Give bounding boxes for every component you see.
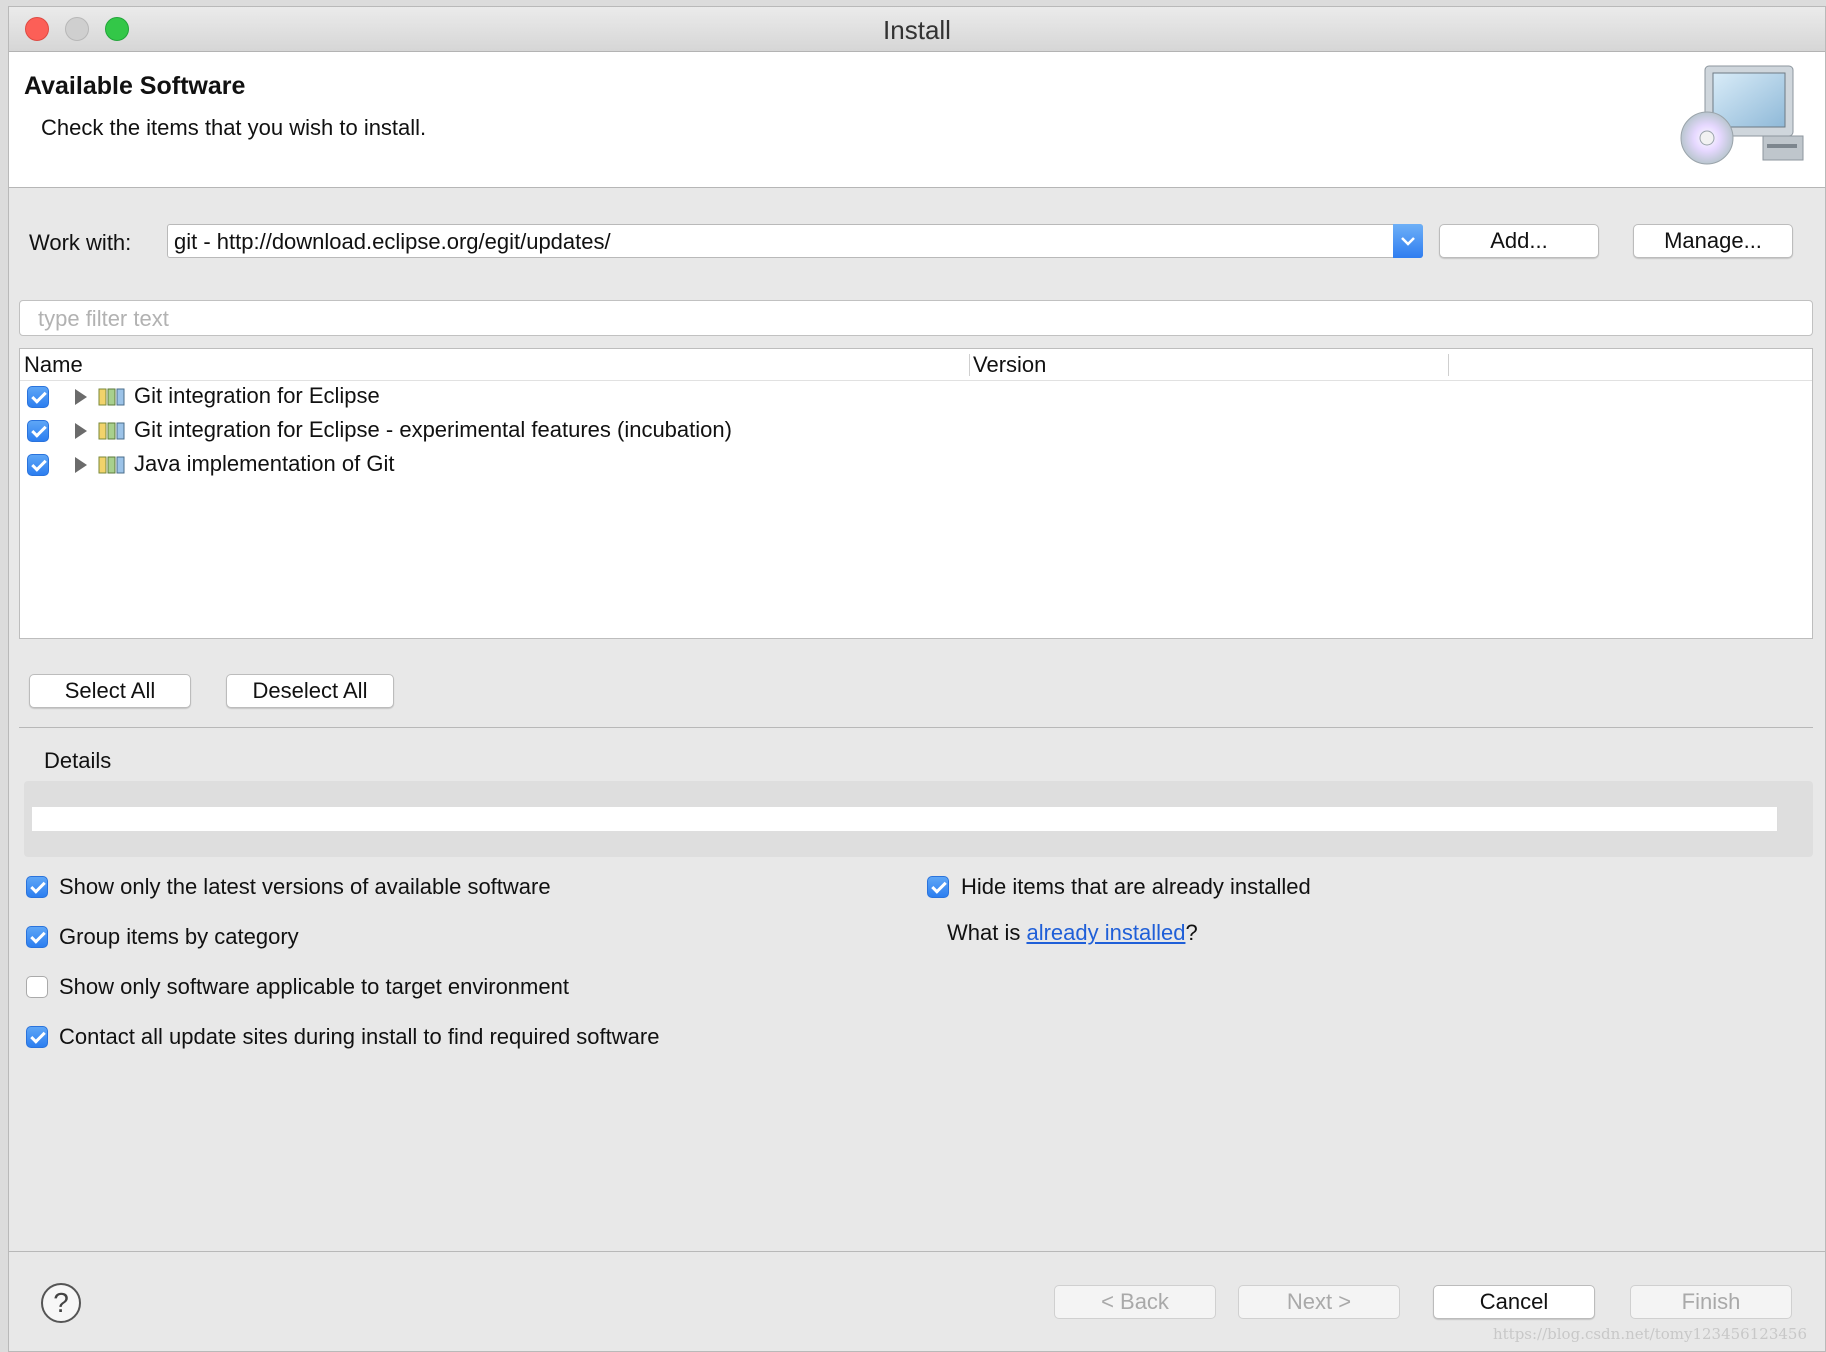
hide-installed-checkbox[interactable] [927, 876, 949, 898]
already-installed-prefix: What is [947, 920, 1027, 945]
group-by-category-label[interactable]: Group items by category [59, 924, 299, 950]
feature-icon [98, 388, 125, 406]
filter-field[interactable] [19, 300, 1813, 336]
already-installed-text: What is already installed? [947, 920, 1198, 946]
expand-arrow-icon[interactable] [75, 423, 87, 439]
filter-input[interactable] [36, 305, 1740, 333]
expand-arrow-icon[interactable] [75, 389, 87, 405]
install-dialog: Install Available Software Check the ite… [8, 6, 1826, 1352]
add-site-button[interactable]: Add... [1439, 224, 1599, 258]
tree-row[interactable]: Git integration for Eclipse [20, 380, 1812, 414]
select-all-button[interactable]: Select All [29, 674, 191, 708]
software-tree[interactable]: Name Version Git integration for Eclipse [19, 348, 1813, 639]
install-software-icon [1680, 65, 1804, 165]
applicable-only-label[interactable]: Show only software applicable to target … [59, 974, 569, 1000]
latest-versions-label[interactable]: Show only the latest versions of availab… [59, 874, 551, 900]
work-with-value: git - http://download.eclipse.org/egit/u… [174, 229, 611, 254]
row-checkbox[interactable] [27, 454, 49, 476]
footer-divider [9, 1251, 1825, 1252]
page-subtitle: Check the items that you wish to install… [41, 115, 427, 140]
tree-row[interactable]: Java implementation of Git [20, 448, 1812, 482]
column-header-name[interactable]: Name [24, 352, 83, 378]
help-icon[interactable]: ? [41, 1283, 81, 1323]
work-with-combo[interactable]: git - http://download.eclipse.org/egit/u… [167, 224, 1423, 258]
tree-header: Name Version [20, 349, 1812, 381]
section-divider [19, 727, 1813, 728]
column-divider[interactable] [1448, 354, 1449, 376]
title-bar[interactable]: Install [9, 7, 1825, 52]
row-label: Git integration for Eclipse [134, 383, 380, 408]
column-header-version[interactable]: Version [973, 352, 1046, 378]
page-title: Available Software [24, 72, 246, 100]
hide-installed-label[interactable]: Hide items that are already installed [961, 874, 1311, 900]
wizard-header: Available Software Check the items that … [9, 52, 1825, 188]
expand-arrow-icon[interactable] [75, 457, 87, 473]
feature-icon [98, 422, 125, 440]
back-button[interactable]: < Back [1054, 1285, 1216, 1319]
contact-sites-label[interactable]: Contact all update sites during install … [59, 1024, 659, 1050]
row-label: Java implementation of Git [134, 451, 395, 476]
deselect-all-button[interactable]: Deselect All [226, 674, 394, 708]
next-button[interactable]: Next > [1238, 1285, 1400, 1319]
feature-icon [98, 456, 125, 474]
latest-versions-checkbox[interactable] [26, 876, 48, 898]
contact-sites-checkbox[interactable] [26, 1026, 48, 1048]
watermark: https://blog.csdn.net/tomy123456123456 [1492, 1325, 1807, 1343]
row-label: Git integration for Eclipse - experiment… [134, 417, 732, 442]
tree-row[interactable]: Git integration for Eclipse - experiment… [20, 414, 1812, 448]
finish-button[interactable]: Finish [1630, 1285, 1792, 1319]
details-label: Details [44, 748, 112, 773]
details-group [24, 781, 1813, 857]
combo-dropdown-button[interactable] [1393, 224, 1423, 258]
column-divider[interactable] [969, 354, 970, 376]
chevron-down-icon [1401, 237, 1415, 246]
work-with-label: Work with: [29, 230, 132, 255]
applicable-only-checkbox[interactable] [26, 976, 48, 998]
row-checkbox[interactable] [27, 420, 49, 442]
already-installed-link[interactable]: already installed [1026, 920, 1185, 945]
window-title: Install [883, 15, 951, 45]
already-installed-suffix: ? [1185, 920, 1198, 945]
row-checkbox[interactable] [27, 386, 49, 408]
group-by-category-checkbox[interactable] [26, 926, 48, 948]
cancel-button[interactable]: Cancel [1433, 1285, 1595, 1319]
manage-sites-button[interactable]: Manage... [1633, 224, 1793, 258]
details-text-area[interactable] [32, 807, 1778, 831]
